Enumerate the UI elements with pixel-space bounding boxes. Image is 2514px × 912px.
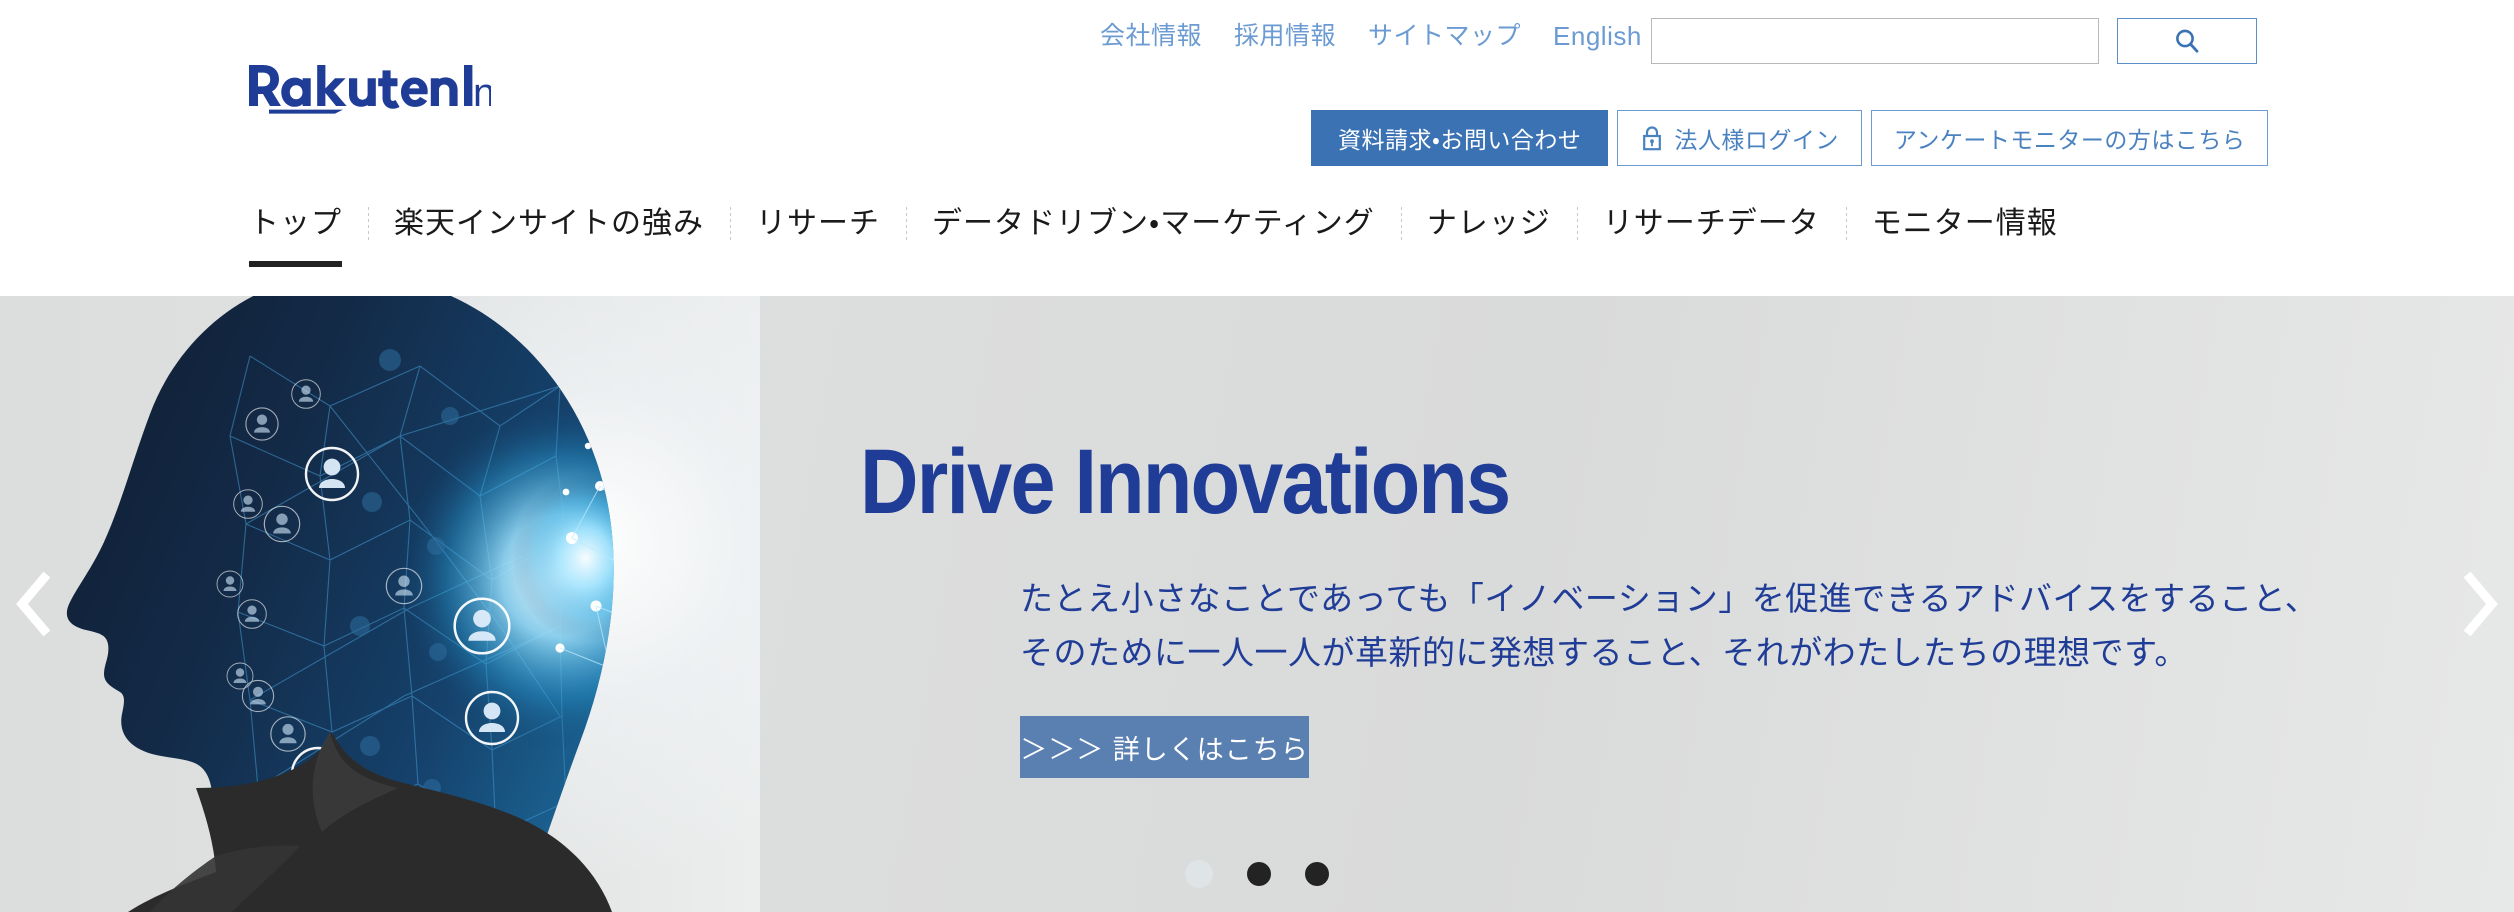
nav-item-research-data[interactable]: リサーチデータ xyxy=(1576,205,1846,243)
header-cta-group: 資料請求・お問い合わせ 法人様ログイン アンケートモニターの方はこちら xyxy=(1311,110,2269,166)
utility-link-english[interactable]: English xyxy=(1553,23,1642,49)
search-button[interactable] xyxy=(2117,18,2257,64)
nav-item-research[interactable]: リサーチ xyxy=(730,205,906,243)
utility-nav: 会社情報 採用情報 サイトマップ English xyxy=(1100,23,1642,49)
nav-item-data-driven-marketing[interactable]: データドリブン・マーケティング xyxy=(906,205,1401,243)
carousel-next-button[interactable] xyxy=(2448,556,2512,652)
lock-icon xyxy=(1640,124,1664,152)
carousel-dots xyxy=(1185,860,1329,888)
hero-carousel: Drive Innovations たとえ小さなことであっても「イノベーション」… xyxy=(0,296,2514,912)
contact-request-button[interactable]: 資料請求・お問い合わせ xyxy=(1311,110,1609,166)
nav-item-strengths[interactable]: 楽天インサイトの強み xyxy=(368,205,730,243)
rakuten-insight-logo-icon: nsight xyxy=(249,65,491,114)
hero-lead-line-2: そのために一人一人が革新的に発想すること、それがわたしたちの理想です。 xyxy=(1020,634,2188,671)
survey-monitor-button[interactable]: アンケートモニターの方はこちら xyxy=(1870,110,2269,166)
carousel-dot-2[interactable] xyxy=(1247,862,1271,886)
nav-item-monitor-info[interactable]: モニター情報 xyxy=(1845,205,2084,243)
hero-copy: Drive Innovations たとえ小さなことであっても「イノベーション」… xyxy=(860,296,2420,912)
carousel-dot-1[interactable] xyxy=(1185,860,1213,888)
nav-item-knowledge[interactable]: ナレッジ xyxy=(1400,205,1577,243)
hero-image xyxy=(0,296,760,912)
hero-cta-button[interactable]: ＞＞＞ 詳しくはこちら xyxy=(1020,716,1309,778)
head-network-illustration-icon xyxy=(66,296,614,912)
site-logo[interactable]: nsight xyxy=(249,62,491,124)
carousel-prev-button[interactable] xyxy=(2,556,66,652)
chevron-right-icon xyxy=(2460,572,2500,636)
corporate-login-label: 法人様ログイン xyxy=(1674,127,1839,153)
hero-lead-line-1: たとえ小さなことであっても「イノベーション」を促進できるアドバイスをすること、 xyxy=(1020,580,2319,617)
svg-text:nsight: nsight xyxy=(473,71,491,114)
search-area xyxy=(1651,18,2257,64)
main-nav: トップ 楽天インサイトの強み リサーチ データドリブン・マーケティング ナレッジ… xyxy=(249,205,2084,266)
utility-link-sitemap[interactable]: サイトマップ xyxy=(1368,23,1521,49)
utility-link-recruit[interactable]: 採用情報 xyxy=(1234,23,1336,49)
hero-title: Drive Innovations xyxy=(860,431,1511,533)
search-input[interactable] xyxy=(1651,18,2099,64)
carousel-dot-3[interactable] xyxy=(1305,862,1329,886)
chevron-left-icon xyxy=(14,572,54,636)
nav-item-top[interactable]: トップ xyxy=(249,205,368,266)
corporate-login-button[interactable]: 法人様ログイン xyxy=(1617,110,1862,166)
utility-link-company-info[interactable]: 会社情報 xyxy=(1100,23,1202,49)
site-header: nsight 会社情報 採用情報 サイトマップ English xyxy=(0,0,2514,296)
search-icon xyxy=(2173,27,2201,55)
